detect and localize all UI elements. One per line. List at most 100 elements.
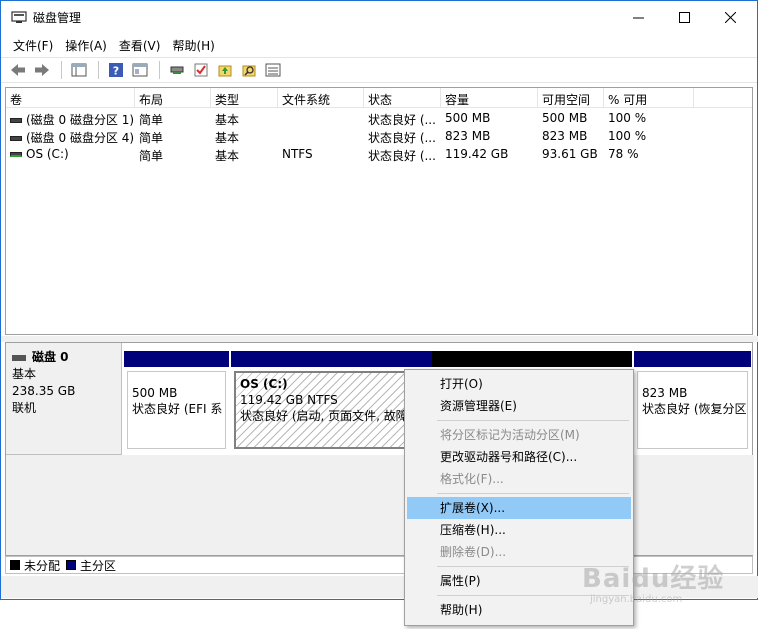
column-header-status[interactable]: 状态 [364,88,441,107]
context-menu-mark-active[interactable]: 将分区标记为活动分区(M) [407,424,631,446]
watermark-brand: Baidu经验 [582,564,725,594]
partition-primary-bar [231,351,432,367]
help-button[interactable]: ? [105,60,127,80]
volume-row[interactable]: OS (C:) 简单 基本 NTFS 状态良好 (... 119.42 GB 9… [6,145,752,163]
partition-size: 119.42 GB NTFS [240,393,338,407]
volume-layout: 简单 [139,131,164,145]
volume-row[interactable]: (磁盘 0 磁盘分区 4) 简单 基本 状态良好 (... 823 MB 823… [6,127,752,145]
volume-layout: 简单 [139,149,164,163]
disk-management-window: 磁盘管理 文件(F) 操作(A) 查看(V) 帮助(H) ? 卷 布局 类型 文… [0,0,758,600]
disk-0-label[interactable]: 磁盘 0 基本 238.35 GB 联机 [6,343,122,455]
volume-type: 基本 [215,113,240,127]
column-header-volume[interactable]: 卷 [6,88,135,107]
volume-drive-icon [10,136,22,141]
search-folder-icon [242,65,256,77]
search-folder-button[interactable] [238,60,260,80]
menu-view[interactable]: 查看(V) [113,34,167,56]
volume-status: 状态良好 (... [368,113,436,127]
volume-filesystem: NTFS [282,147,313,161]
partition-status: 状态良好 (启动, 页面文件, 故障转 [240,409,420,423]
maximize-button[interactable] [661,1,707,33]
legend-unallocated-label: 未分配 [24,558,61,573]
disk-graphical-view: 磁盘 0 基本 238.35 GB 联机 500 MB 状态良好 (EFI 系 … [5,342,754,556]
minimize-button[interactable] [615,1,661,33]
close-icon [724,11,736,23]
legend-primary-label: 主分区 [80,558,117,573]
volume-name: OS (C:) [26,147,69,161]
forward-arrow-icon [35,64,49,76]
volume-status: 状态良好 (... [368,149,436,163]
volume-layout: 简单 [139,113,164,127]
menu-file[interactable]: 文件(F) [7,34,59,56]
connect-icon [170,66,184,74]
context-menu-format[interactable]: 格式化(F)... [407,468,631,490]
column-header-free-space[interactable]: 可用空间 [538,88,604,107]
check-button[interactable] [190,60,212,80]
volume-name: (磁盘 0 磁盘分区 4) [26,131,135,145]
context-menu-shrink-volume[interactable]: 压缩卷(H)... [407,519,631,541]
console-tree-button[interactable] [68,60,90,80]
volume-drive-icon [10,118,22,123]
up-folder-icon [218,65,232,77]
column-header-filesystem[interactable]: 文件系统 [278,88,364,107]
volume-list-header: 卷 布局 类型 文件系统 状态 容量 可用空间 % 可用 [6,88,752,108]
disk-icon [12,354,26,361]
context-menu-change-drive-letter[interactable]: 更改驱动器号和路径(C)... [407,446,631,468]
volume-capacity: 823 MB [445,129,491,143]
close-button[interactable] [707,1,753,33]
forward-button[interactable] [31,60,53,80]
volume-free-space: 823 MB [542,129,588,143]
list-icon [265,63,281,77]
console-icon [71,63,87,77]
menu-action[interactable]: 操作(A) [59,34,113,56]
context-menu-explorer[interactable]: 资源管理器(E) [407,395,631,417]
window-title: 磁盘管理 [33,11,82,25]
volume-type: 基本 [215,149,240,163]
context-menu-extend-volume[interactable]: 扩展卷(X)... [407,497,631,519]
column-header-percent-free[interactable]: % 可用 [604,88,694,107]
volume-filesystem [278,127,364,145]
disk-name: 磁盘 0 [32,350,69,364]
column-header-layout[interactable]: 布局 [135,88,211,107]
back-button[interactable] [7,60,29,80]
volume-type: 基本 [215,131,240,145]
volume-drive-icon [10,152,22,157]
column-header-capacity[interactable]: 容量 [441,88,538,107]
connect-button[interactable] [166,60,188,80]
volume-row[interactable]: (磁盘 0 磁盘分区 1) 简单 基本 状态良好 (... 500 MB 500… [6,109,752,127]
up-folder-button[interactable] [214,60,236,80]
volume-free-space: 93.61 GB [542,147,598,161]
toolbar-separator [159,61,160,79]
column-header-type[interactable]: 类型 [211,88,278,107]
legend-primary-swatch [66,560,77,570]
partition-efi-body: 500 MB 状态良好 (EFI 系 [127,371,226,449]
partition-status: 状态良好 (恢复分区 [642,402,747,416]
menu-bar: 文件(F) 操作(A) 查看(V) 帮助(H) [1,34,757,56]
minimize-icon [632,17,644,18]
volume-percent-free: 100 % [608,111,647,125]
title-bar[interactable]: 磁盘管理 [1,1,757,33]
check-icon [194,63,208,77]
disk-size: 238.35 GB [12,384,76,398]
menu-help[interactable]: 帮助(H) [166,34,220,56]
volume-percent-free: 100 % [608,129,647,143]
properties-button[interactable] [129,60,151,80]
watermark-url: jingyan.baidu.com [590,594,683,605]
partition-unallocated-bar [432,351,632,367]
list-view-button[interactable] [262,60,284,80]
disk-view-empty-area [6,455,754,555]
partition-recovery[interactable]: 823 MB 状态良好 (恢复分区 [634,351,751,451]
partition-recovery-body: 823 MB 状态良好 (恢复分区 [637,371,748,449]
volume-name: (磁盘 0 磁盘分区 1) [26,113,135,127]
context-menu-separator [437,493,629,494]
help-icon: ? [109,63,123,78]
legend-unallocated-swatch [10,560,20,570]
baidu-watermark: Baidu经验 jingyan.baidu.com [582,548,752,610]
volume-free-space: 500 MB [542,111,588,125]
volume-capacity: 500 MB [445,111,491,125]
partition-primary-bar [124,351,229,367]
partition-os-c[interactable]: OS (C:) 119.42 GB NTFS 状态良好 (启动, 页面文件, 故… [231,351,432,451]
partition-size: 823 MB [642,386,688,400]
context-menu-open[interactable]: 打开(O) [407,373,631,395]
partition-efi[interactable]: 500 MB 状态良好 (EFI 系 [124,351,229,451]
